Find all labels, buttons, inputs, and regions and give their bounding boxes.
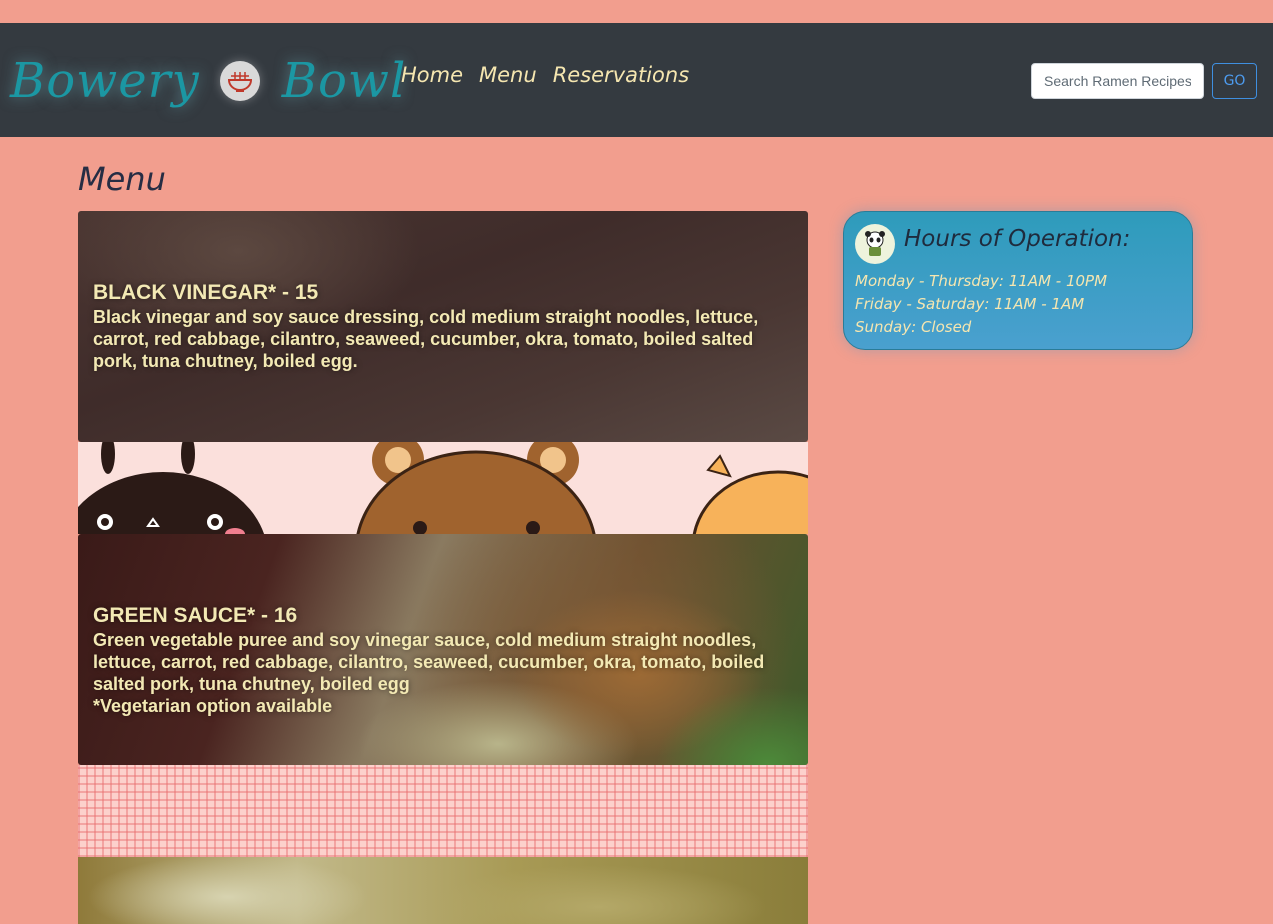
hours-card: Hours of Operation: Monday - Thursday: 1… <box>843 211 1193 350</box>
menu-item-description: Black vinegar and soy sauce dressing, co… <box>93 307 759 371</box>
search-go-button[interactable]: GO <box>1212 63 1257 99</box>
panda-icon <box>855 224 895 264</box>
menu-item-black-vinegar: BLACK VINEGAR* - 15 Black vinegar and so… <box>78 211 808 442</box>
brand-name-left: Bowery <box>10 53 200 109</box>
hours-line: Sunday: Closed <box>855 318 972 336</box>
page-title: Menu <box>78 160 166 198</box>
menu-item-text: GREEN SAUCE* - 16 Green vegetable puree … <box>93 603 788 717</box>
ramen-bowl-icon <box>219 61 260 101</box>
nav-reservations-link[interactable]: Reservations <box>553 63 689 87</box>
brand-name-right: Bowl <box>281 53 407 109</box>
menu-item-partial-photo <box>78 857 808 924</box>
menu-item-name: GREEN SAUCE* - 16 <box>93 604 298 627</box>
gingham-divider <box>78 765 808 857</box>
menu-item-name: BLACK VINEGAR* - 15 <box>93 281 319 304</box>
brand-logo-link[interactable]: Bowery Bowl <box>10 41 406 121</box>
menu-item-green-sauce: GREEN SAUCE* - 16 Green vegetable puree … <box>78 534 808 765</box>
nav-menu-link[interactable]: Menu <box>479 63 537 87</box>
nav-links: Home Menu Reservations <box>401 63 689 87</box>
menu-item-note: *Vegetarian option available <box>93 696 333 716</box>
menu-list: BLACK VINEGAR* - 15 Black vinegar and so… <box>78 211 808 924</box>
hours-line: Friday - Saturday: 11AM - 1AM <box>855 295 1085 313</box>
navbar: Bowery Bowl Home Menu Reservations GO <box>0 23 1273 137</box>
hours-line: Monday - Thursday: 11AM - 10PM <box>855 272 1108 290</box>
hours-title: Hours of Operation: <box>904 226 1131 252</box>
menu-item-text: BLACK VINEGAR* - 15 Black vinegar and so… <box>93 280 788 372</box>
cute-animals-banner <box>78 442 808 534</box>
search-recipes-input[interactable] <box>1031 63 1204 99</box>
nav-home-link[interactable]: Home <box>401 63 463 87</box>
menu-item-description: Green vegetable puree and soy vinegar sa… <box>93 630 765 694</box>
